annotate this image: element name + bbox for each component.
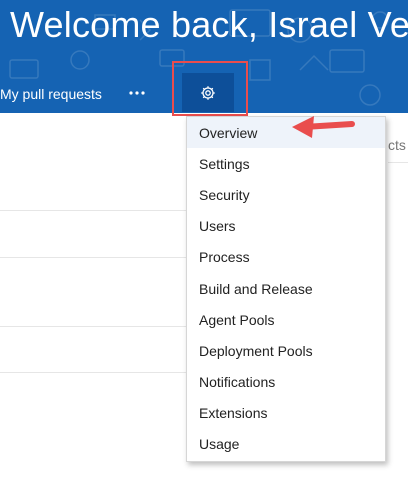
menu-item-deployment-pools[interactable]: Deployment Pools (187, 335, 385, 366)
menu-item-notifications[interactable]: Notifications (187, 367, 385, 398)
menu-item-users[interactable]: Users (187, 211, 385, 242)
menu-item-build-and-release[interactable]: Build and Release (187, 273, 385, 304)
menu-item-process[interactable]: Process (187, 242, 385, 273)
menu-item-usage[interactable]: Usage (187, 429, 385, 460)
list-divider (0, 326, 188, 327)
ellipsis-icon (129, 91, 145, 95)
gear-highlight-box (172, 61, 248, 116)
arrow-left-icon (292, 116, 355, 138)
list-divider (0, 257, 188, 258)
search-underline (388, 162, 408, 163)
more-options-button[interactable] (126, 82, 148, 104)
welcome-title: Welcome back, Israel Vega (10, 4, 408, 45)
menu-item-security[interactable]: Security (187, 179, 385, 210)
menu-item-settings[interactable]: Settings (187, 148, 385, 179)
nav-link-my-pull-requests[interactable]: My pull requests (0, 86, 102, 102)
menu-item-extensions[interactable]: Extensions (187, 398, 385, 429)
search-projects-fragment: cts (388, 137, 406, 153)
list-divider (0, 210, 188, 211)
menu-item-agent-pools[interactable]: Agent Pools (187, 304, 385, 335)
settings-dropdown-menu: Overview Settings Security Users Process… (186, 116, 386, 462)
list-divider (0, 372, 188, 373)
